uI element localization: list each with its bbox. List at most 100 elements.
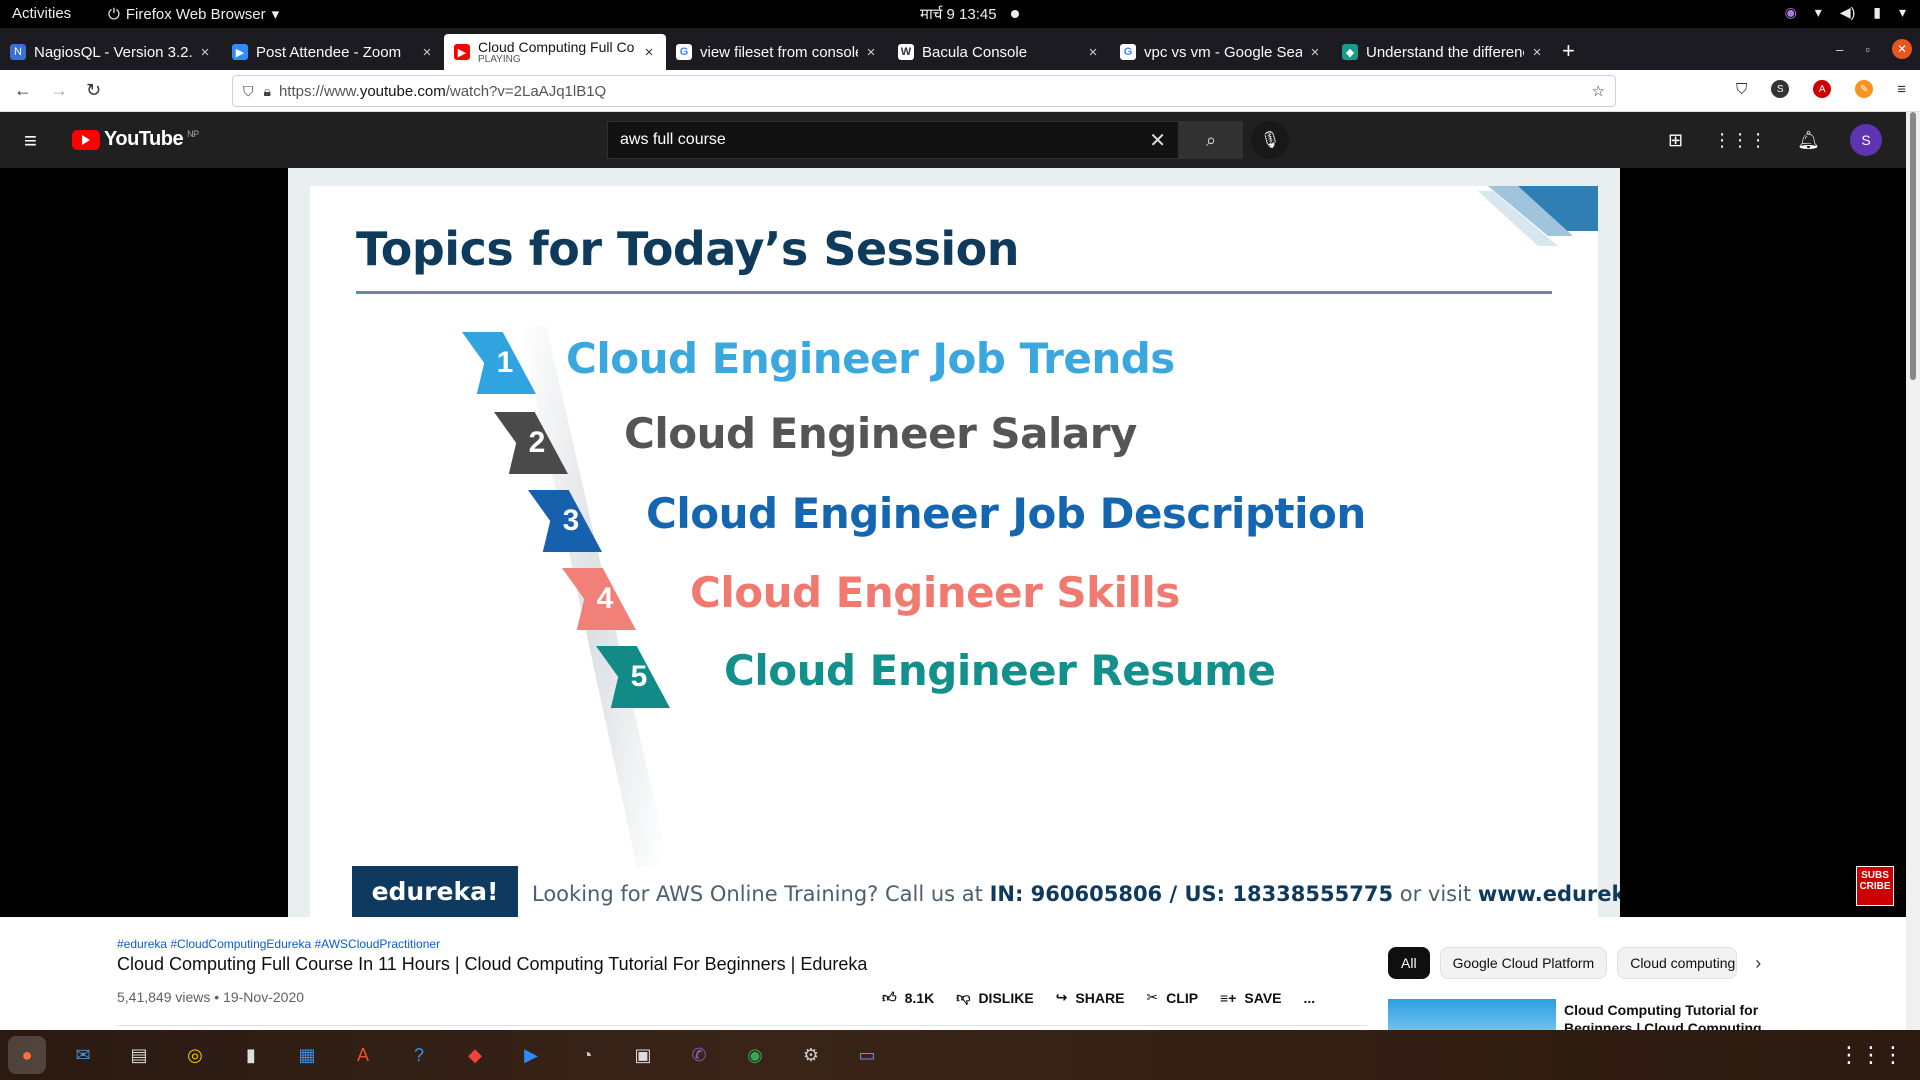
activities-button[interactable]: Activities xyxy=(12,5,71,22)
clock-app-icon[interactable]: ◔ xyxy=(568,1036,606,1074)
bookmark-star-icon[interactable]: ☆ xyxy=(1592,82,1605,100)
extension-icon[interactable]: ✎ xyxy=(1855,80,1874,98)
hamburger-menu-icon[interactable]: ≡ xyxy=(1897,81,1906,98)
like-count: 8.1K xyxy=(904,989,935,1006)
close-icon[interactable]: × xyxy=(1530,44,1544,61)
window-close-icon[interactable]: ✕ xyxy=(1892,39,1912,59)
tab-view-fileset[interactable]: G view fileset from console × xyxy=(666,34,888,70)
tab-title: Bacula Console xyxy=(922,43,1028,61)
show-applications-icon[interactable]: ⋮⋮⋮ xyxy=(1838,1042,1904,1068)
restore-icon[interactable]: ▫ xyxy=(1865,42,1870,57)
tab-understand[interactable]: ◆ Understand the difference × xyxy=(1332,34,1554,70)
close-icon[interactable]: × xyxy=(420,44,434,61)
anydesk-icon[interactable]: ◆ xyxy=(456,1036,494,1074)
chevron-down-icon: ▾ xyxy=(271,6,280,23)
adblock-icon[interactable]: A xyxy=(1813,80,1832,98)
view-count-date: 5,41,849 views • 19-Nov-2020 xyxy=(117,989,305,1005)
chip-cloud-computing[interactable]: Cloud computing xyxy=(1617,947,1738,979)
firefox-icon[interactable]: ● xyxy=(8,1036,46,1074)
subscribe-watermark[interactable]: SUBS CRIBE xyxy=(1856,866,1894,906)
viber-icon[interactable]: ✆ xyxy=(680,1036,718,1074)
scrollbar-thumb[interactable] xyxy=(1910,112,1916,380)
screen-recorder-icon[interactable]: ▭ xyxy=(848,1036,886,1074)
sync-account-icon[interactable]: S xyxy=(1771,80,1790,98)
files-icon[interactable]: ▤ xyxy=(120,1036,158,1074)
back-arrow-icon[interactable]: ← xyxy=(14,80,32,101)
avatar[interactable]: S xyxy=(1850,124,1882,156)
hashtag-links[interactable]: #edureka #CloudComputingEdureka #AWSClou… xyxy=(117,937,440,951)
url-text: https://www.youtube.com/watch?v=2LaAJq1l… xyxy=(278,82,607,100)
apps-grid-icon[interactable]: ⋮⋮⋮ xyxy=(1713,130,1767,151)
tab-nagiosql[interactable]: N NagiosQL - Version 3.2.0 × xyxy=(0,34,222,70)
create-video-icon[interactable]: ⊞ xyxy=(1668,130,1683,151)
software-center-icon[interactable]: A xyxy=(344,1036,382,1074)
like-button[interactable]: 👍︎ 8.1K xyxy=(882,989,934,1006)
clock[interactable]: मार्च 9 13:45 xyxy=(920,4,1019,24)
pocket-icon[interactable]: ⛉ xyxy=(1736,81,1747,98)
microphone-icon: 🎙︎ xyxy=(1259,132,1281,149)
more-actions-button[interactable]: ... xyxy=(1304,990,1316,1006)
help-icon[interactable]: ? xyxy=(400,1036,438,1074)
close-icon[interactable]: × xyxy=(1086,44,1100,61)
libreoffice-writer-icon[interactable]: ▦ xyxy=(288,1036,326,1074)
google-icon: G xyxy=(676,44,692,60)
zoom-app-icon[interactable]: ▶ xyxy=(512,1036,550,1074)
tab-playing-label: PLAYING xyxy=(478,54,521,65)
system-tray[interactable]: ◉ ▾ ◀) ▮ ▾ xyxy=(1785,4,1906,21)
reload-icon[interactable]: ↻ xyxy=(86,80,101,101)
extension-indicator-icon[interactable]: ◉ xyxy=(1785,4,1797,21)
chip-all[interactable]: All xyxy=(1388,947,1430,979)
slide-footer: edureka! Looking for AWS Online Training… xyxy=(310,866,1620,917)
recommended-title[interactable]: Cloud Computing Tutorial for Beginners |… xyxy=(1564,1001,1764,1030)
terminal-icon[interactable]: ▮ xyxy=(232,1036,270,1074)
google-icon: G xyxy=(1120,44,1136,60)
video-title: Cloud Computing Full Course In 11 Hours … xyxy=(117,954,868,974)
voice-search-button[interactable]: 🎙︎ xyxy=(1251,121,1289,159)
settings-icon[interactable]: ⚙ xyxy=(792,1036,830,1074)
app-menu[interactable]: ⏻ Firefox Web Browser ▾ xyxy=(108,5,280,24)
clip-button[interactable]: ✂ CLIP xyxy=(1146,989,1198,1006)
search-input[interactable]: aws full course ✕ xyxy=(607,121,1179,159)
close-icon[interactable]: × xyxy=(198,44,212,61)
chevron-right-icon[interactable]: › xyxy=(1755,953,1761,974)
chip-google-cloud-platform[interactable]: Google Cloud Platform xyxy=(1439,947,1608,979)
minimize-icon[interactable]: – xyxy=(1836,42,1843,57)
youtube-logo[interactable]: YouTube NP xyxy=(72,128,199,151)
lock-icon[interactable]: 🔒︎ xyxy=(264,83,271,100)
close-icon[interactable]: × xyxy=(642,44,656,61)
dislike-button[interactable]: 👎︎ DISLIKE xyxy=(956,989,1033,1006)
tray-menu-chevron-icon: ▾ xyxy=(1898,4,1906,20)
address-bar[interactable]: ⛉ 🔒︎ https://www.youtube.com/watch?v=2La… xyxy=(232,75,1616,107)
screenshot-app-icon[interactable]: ▣ xyxy=(624,1036,662,1074)
share-icon: ↪ xyxy=(1055,989,1068,1005)
tab-title: view fileset from console xyxy=(700,43,858,61)
topic-text: Cloud Engineer Salary xyxy=(624,409,1137,458)
recommended-video[interactable]: Cloud Computing Tutorial for Beginners |… xyxy=(1388,999,1888,1030)
topic-number-badge: 4 xyxy=(562,568,636,630)
tab-google-search[interactable]: G vpc vs vm - Google Search × xyxy=(1110,34,1332,70)
forward-arrow-icon[interactable]: → xyxy=(50,80,68,101)
logo-text: YouTube xyxy=(104,128,184,150)
tab-zoom[interactable]: ▶ Post Attendee - Zoom × xyxy=(222,34,444,70)
tab-youtube-active[interactable]: ▶ Cloud Computing Full Co PLAYING × xyxy=(444,34,666,70)
video-player[interactable]: Topics for Today’s Session 1 Cloud Engin… xyxy=(0,168,1906,917)
shield-icon[interactable]: ⛉ xyxy=(243,83,254,100)
rhythmbox-icon[interactable]: ◎ xyxy=(176,1036,214,1074)
chrome-icon[interactable]: ◉ xyxy=(736,1036,774,1074)
thunderbird-icon[interactable]: ✉ xyxy=(64,1036,102,1074)
save-button[interactable]: ≡+ SAVE xyxy=(1220,990,1281,1006)
wikipedia-icon: W xyxy=(898,44,914,60)
clear-search-icon[interactable]: ✕ xyxy=(1149,128,1166,153)
tab-title: Post Attendee - Zoom xyxy=(256,43,402,61)
guide-menu-icon[interactable]: ≡ xyxy=(24,128,37,154)
share-button[interactable]: ↪ SHARE xyxy=(1056,989,1125,1006)
close-icon[interactable]: × xyxy=(864,44,878,61)
page-scrollbar[interactable] xyxy=(1906,112,1920,1030)
recommended-thumbnail[interactable] xyxy=(1388,999,1556,1030)
new-tab-button[interactable]: + xyxy=(1562,38,1575,64)
search-button[interactable]: ⌕ xyxy=(1179,121,1243,159)
notifications-bell-icon[interactable]: 🔔︎ xyxy=(1797,130,1820,151)
youtube-header: ≡ YouTube NP aws full course ✕ ⌕ 🎙︎ ⊞ ⋮⋮… xyxy=(0,112,1920,168)
close-icon[interactable]: × xyxy=(1308,44,1322,61)
tab-bacula[interactable]: W Bacula Console × xyxy=(888,34,1110,70)
